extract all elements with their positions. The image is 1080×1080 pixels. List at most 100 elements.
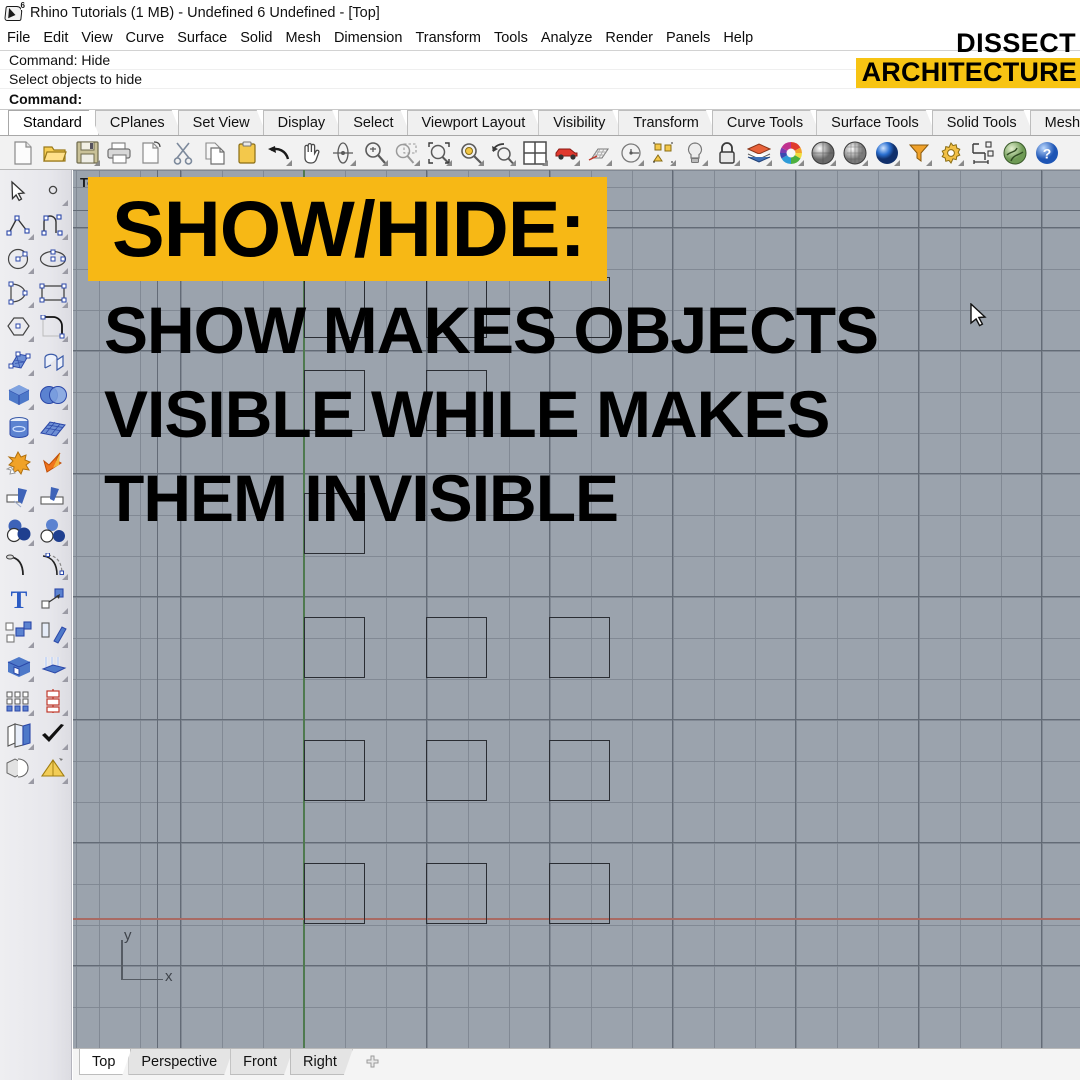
viewport-square-object[interactable] <box>304 493 365 554</box>
menu-item-panels[interactable]: Panels <box>666 30 717 46</box>
split-icon[interactable] <box>36 480 70 514</box>
menu-item-file[interactable]: File <box>7 30 37 46</box>
viewport-square-object[interactable] <box>426 617 487 678</box>
menu-item-dimension[interactable]: Dimension <box>334 30 410 46</box>
sphere-boolean-icon[interactable] <box>36 378 70 412</box>
menu-item-transform[interactable]: Transform <box>415 30 488 46</box>
cap-solid-icon[interactable] <box>2 650 36 684</box>
cplane-grid-icon[interactable] <box>585 139 613 167</box>
extrude-array-icon[interactable] <box>36 650 70 684</box>
tab-surface-tools[interactable]: Surface Tools <box>816 110 936 135</box>
rectangle-icon[interactable] <box>36 276 70 310</box>
menu-item-solid[interactable]: Solid <box>240 30 279 46</box>
viewport-square-object[interactable] <box>426 740 487 801</box>
viewport-square-object[interactable] <box>549 740 610 801</box>
viewport-square-object[interactable] <box>549 277 610 338</box>
select-arrow-icon[interactable] <box>2 174 36 208</box>
lock-icon[interactable] <box>713 139 741 167</box>
viewport-layout-icon[interactable] <box>521 139 549 167</box>
command-prompt[interactable]: Command: <box>0 89 1080 110</box>
circle-icon[interactable] <box>2 242 36 276</box>
tab-curve-tools[interactable]: Curve Tools <box>712 110 820 135</box>
undo-arrow-icon[interactable] <box>265 139 293 167</box>
menu-item-surface[interactable]: Surface <box>177 30 234 46</box>
pan-hand-icon[interactable] <box>297 139 325 167</box>
copy-as-new-icon[interactable] <box>137 139 165 167</box>
rendered-sphere-icon[interactable] <box>873 139 901 167</box>
ghosted-sphere-icon[interactable] <box>841 139 869 167</box>
trim-icon[interactable] <box>2 480 36 514</box>
color-wheel-icon[interactable] <box>777 139 805 167</box>
set-view-icon[interactable] <box>617 139 645 167</box>
menu-item-tools[interactable]: Tools <box>494 30 535 46</box>
pyramid-icon[interactable] <box>36 752 70 786</box>
cylinder-icon[interactable] <box>2 412 36 446</box>
zoom-magnifier-icon[interactable] <box>361 139 389 167</box>
intersect-solids-icon[interactable] <box>2 752 36 786</box>
viewport-tab-front[interactable]: Front <box>230 1049 293 1075</box>
options-gear-icon[interactable] <box>937 139 965 167</box>
rotate-view-icon[interactable] <box>329 139 357 167</box>
group-objects-icon[interactable] <box>649 139 677 167</box>
light-bulb-icon[interactable] <box>681 139 709 167</box>
viewport-square-object[interactable] <box>549 617 610 678</box>
viewport-square-object[interactable] <box>304 740 365 801</box>
print-icon[interactable] <box>105 139 133 167</box>
extrude-surface-icon[interactable] <box>36 344 70 378</box>
polyline-icon[interactable] <box>2 208 36 242</box>
viewport-tab-right[interactable]: Right <box>290 1049 353 1075</box>
tab-select[interactable]: Select <box>338 110 410 135</box>
copy-icon[interactable] <box>201 139 229 167</box>
polygon-icon[interactable] <box>2 310 36 344</box>
array-grid-icon[interactable] <box>2 684 36 718</box>
viewport-square-object[interactable] <box>426 277 487 338</box>
viewport-label[interactable]: Top <box>80 175 103 190</box>
array-linear-icon[interactable] <box>36 684 70 718</box>
viewport-square-object[interactable] <box>304 277 365 338</box>
viewport-square-object[interactable] <box>549 863 610 924</box>
point-object-icon[interactable] <box>36 174 70 208</box>
shade-sphere-icon[interactable] <box>809 139 837 167</box>
tab-set-view[interactable]: Set View <box>178 110 267 135</box>
add-viewport-icon[interactable] <box>358 1049 388 1075</box>
viewport-tab-perspective[interactable]: Perspective <box>128 1049 233 1075</box>
offset-curve-icon[interactable] <box>36 548 70 582</box>
paste-clipboard-icon[interactable] <box>233 139 261 167</box>
arc-icon[interactable] <box>2 276 36 310</box>
tab-solid-tools[interactable]: Solid Tools <box>932 110 1034 135</box>
render-car-icon[interactable] <box>553 139 581 167</box>
explode-icon[interactable] <box>2 446 36 480</box>
top-viewport[interactable]: Top y x <box>73 170 1080 1048</box>
tab-cplanes[interactable]: CPlanes <box>95 110 182 135</box>
undo-view-icon[interactable] <box>489 139 517 167</box>
layers-open-icon[interactable] <box>2 718 36 752</box>
curve-interpolate-icon[interactable] <box>36 208 70 242</box>
render-globe-icon[interactable] <box>1001 139 1029 167</box>
menu-item-analyze[interactable]: Analyze <box>541 30 600 46</box>
boolean-split-icon[interactable] <box>36 446 70 480</box>
surface-from-points-icon[interactable] <box>2 344 36 378</box>
viewport-square-object[interactable] <box>304 617 365 678</box>
ellipse-icon[interactable] <box>36 242 70 276</box>
box-solid-icon[interactable] <box>2 378 36 412</box>
menu-item-curve[interactable]: Curve <box>126 30 172 46</box>
boolean-union-icon[interactable] <box>2 514 36 548</box>
save-icon[interactable] <box>73 139 101 167</box>
menu-item-mesh[interactable]: Mesh <box>285 30 327 46</box>
viewport-square-object[interactable] <box>304 370 365 431</box>
blend-curve-icon[interactable] <box>2 548 36 582</box>
cut-scissors-icon[interactable] <box>169 139 197 167</box>
check-mark-icon[interactable] <box>36 718 70 752</box>
tab-viewport-layout[interactable]: Viewport Layout <box>407 110 543 135</box>
menu-item-render[interactable]: Render <box>605 30 660 46</box>
move-icon[interactable] <box>36 582 70 616</box>
tab-transform[interactable]: Transform <box>618 110 716 135</box>
zoom-window-icon[interactable] <box>393 139 421 167</box>
text-object-icon[interactable]: T <box>2 582 36 616</box>
viewport-square-object[interactable] <box>426 863 487 924</box>
mesh-plane-icon[interactable] <box>36 412 70 446</box>
menu-item-view[interactable]: View <box>81 30 119 46</box>
fillet-curve-icon[interactable] <box>36 310 70 344</box>
layers-icon[interactable] <box>745 139 773 167</box>
copy-objects-icon[interactable] <box>2 616 36 650</box>
